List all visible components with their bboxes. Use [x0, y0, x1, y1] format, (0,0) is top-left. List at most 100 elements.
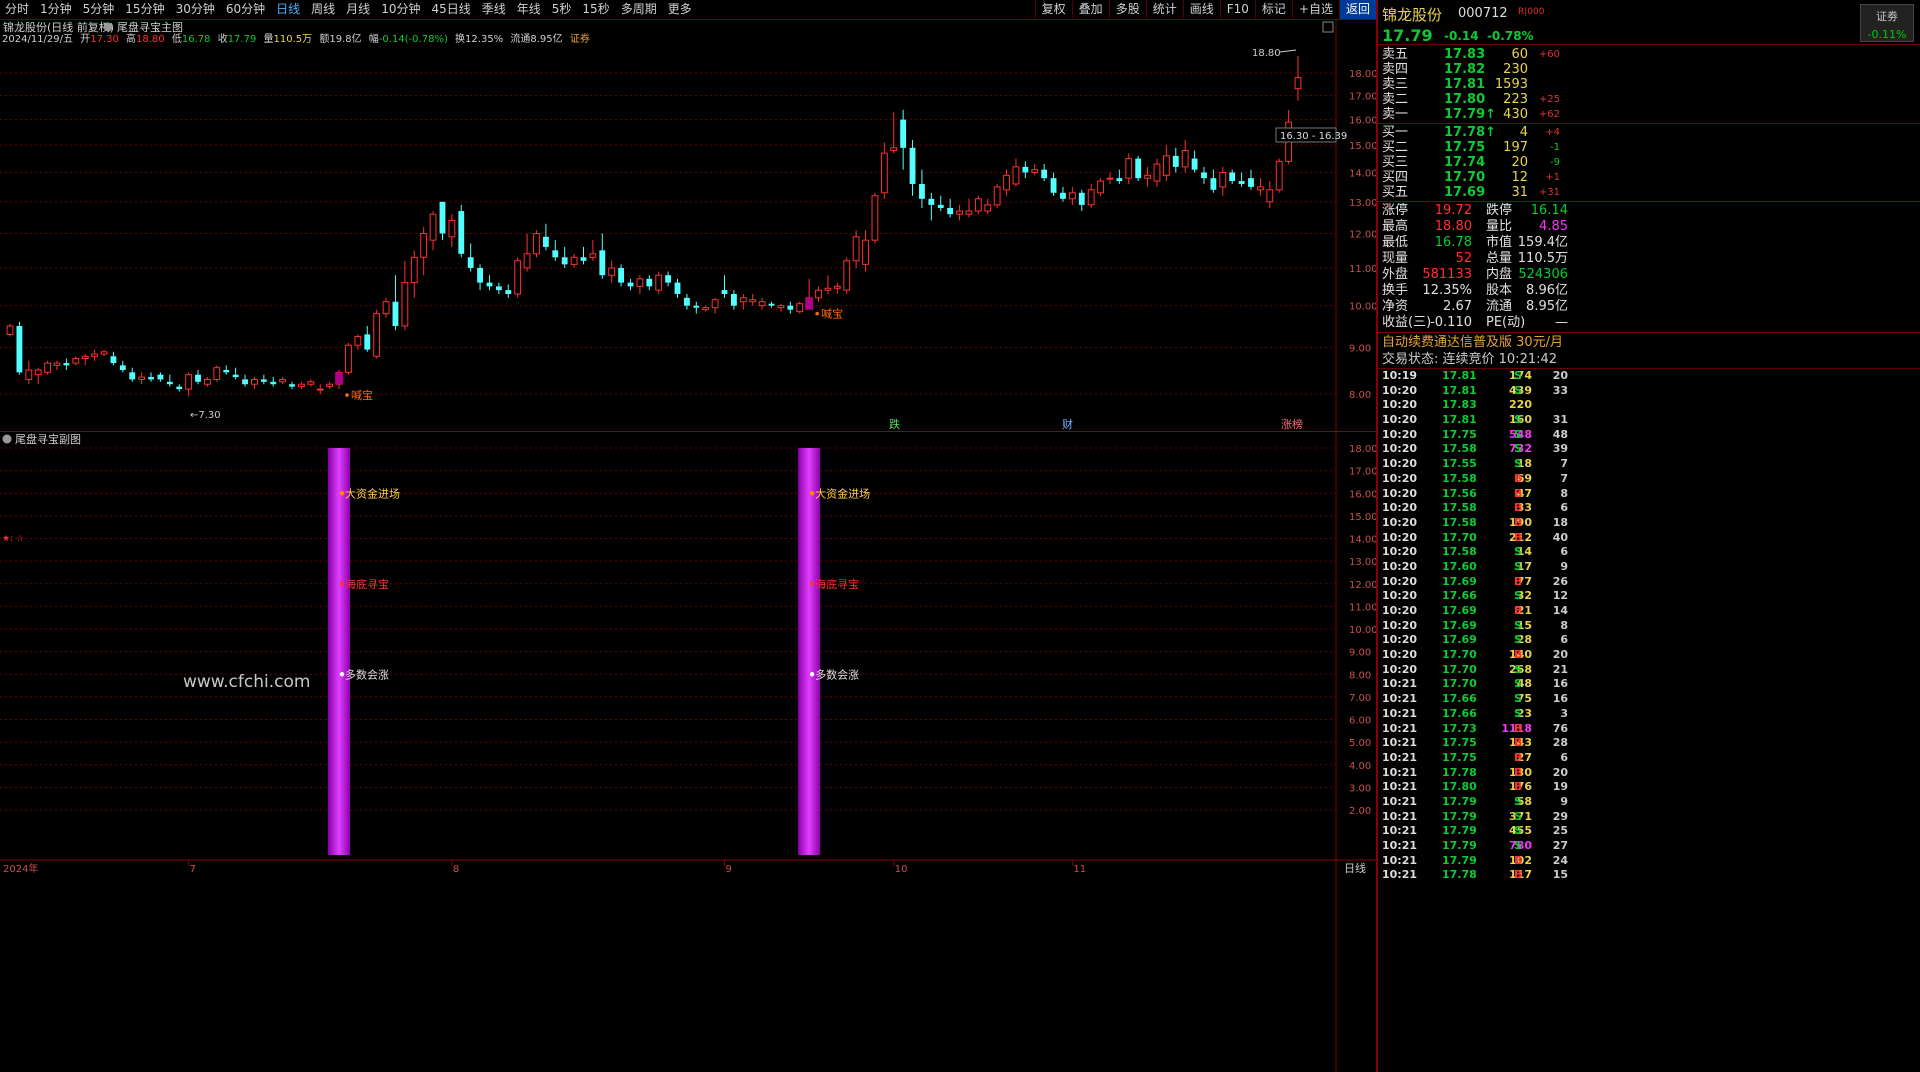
signal-bar[interactable]: [798, 448, 821, 855]
signal-candle[interactable]: [805, 297, 814, 310]
candle-body[interactable]: [533, 233, 540, 255]
event-tag-gainlist[interactable]: 涨榜: [1281, 417, 1303, 431]
tick-row[interactable]: 10:20 17.75 548 S 48: [1378, 428, 1920, 443]
period-tab[interactable]: 分时: [0, 0, 35, 19]
candle-body[interactable]: [1162, 155, 1170, 176]
candle-body[interactable]: [213, 367, 221, 380]
main-indicator-name[interactable]: 尾盘寻宝主图: [117, 20, 183, 34]
period-tab[interactable]: 15分钟: [120, 0, 170, 19]
period-tab[interactable]: 5秒: [547, 0, 578, 19]
toolbar-button[interactable]: 画线: [1182, 0, 1220, 19]
period-tab[interactable]: 60分钟: [221, 0, 271, 19]
candle-body[interactable]: [1116, 178, 1123, 182]
candle-body[interactable]: [166, 381, 173, 385]
candle-body[interactable]: [824, 287, 832, 291]
candle-body[interactable]: [420, 233, 428, 258]
tick-row[interactable]: 10:20 17.69 21 B 14: [1378, 604, 1920, 619]
candle-body[interactable]: [552, 250, 559, 258]
book-row[interactable]: 卖二 17.80 223 +25: [1378, 92, 1920, 107]
book-row[interactable]: 卖一 17.79↑ 430 +62: [1378, 107, 1920, 122]
candle-body[interactable]: [974, 198, 982, 212]
candle-body[interactable]: [260, 379, 267, 382]
candle-body[interactable]: [1219, 171, 1227, 188]
tick-row[interactable]: 10:21 17.78 117 B 15: [1378, 868, 1920, 883]
candle-body[interactable]: [364, 334, 371, 350]
signal-bar[interactable]: [328, 448, 351, 855]
candle-body[interactable]: [270, 381, 277, 385]
candle-body[interactable]: [627, 282, 634, 287]
tick-row[interactable]: 10:21 17.66 75 S 16: [1378, 692, 1920, 707]
sub-chart-title[interactable]: 尾盘寻宝副图: [15, 432, 81, 446]
candle-body[interactable]: [1210, 178, 1217, 190]
candle-body[interactable]: [157, 374, 164, 380]
candle-body[interactable]: [185, 374, 193, 390]
toolbar-button[interactable]: 多股: [1108, 0, 1146, 19]
candle-body[interactable]: [91, 353, 99, 357]
candle-body[interactable]: [890, 147, 898, 151]
toolbar-button[interactable]: 统计: [1145, 0, 1183, 19]
candle-body[interactable]: [401, 282, 409, 327]
candle-body[interactable]: [919, 183, 925, 199]
period-tab[interactable]: 45日线: [426, 0, 476, 19]
candle-body[interactable]: [467, 257, 474, 268]
tick-row[interactable]: 10:20 17.56 47 B 8: [1378, 487, 1920, 502]
candle-body[interactable]: [279, 378, 287, 383]
toolbar-button[interactable]: +自选: [1291, 0, 1339, 19]
candle-body[interactable]: [1229, 172, 1236, 182]
candle-body[interactable]: [477, 267, 483, 283]
candle-body[interactable]: [223, 370, 230, 373]
tick-row[interactable]: 10:20 17.70 140 B 20: [1378, 648, 1920, 663]
book-row[interactable]: 卖四 17.82 230: [1378, 62, 1920, 77]
candle-body[interactable]: [242, 379, 248, 385]
candle-body[interactable]: [880, 152, 888, 194]
candle-body[interactable]: [1294, 77, 1302, 90]
candle-body[interactable]: [768, 303, 775, 306]
period-tab[interactable]: 15秒: [577, 0, 615, 19]
candle-body[interactable]: [1068, 192, 1076, 200]
candle-body[interactable]: [486, 282, 493, 287]
candle-body[interactable]: [326, 383, 334, 388]
tick-row[interactable]: 10:21 17.66 23 S 3: [1378, 707, 1920, 722]
candle-body[interactable]: [514, 260, 522, 295]
candle-body[interactable]: [1022, 166, 1029, 173]
candle-body[interactable]: [1106, 177, 1114, 180]
candle-body[interactable]: [909, 147, 916, 184]
candle-body[interactable]: [307, 381, 315, 385]
candle-body[interactable]: [646, 278, 653, 287]
tick-row[interactable]: 10:20 17.60 17 S 9: [1378, 560, 1920, 575]
tick-row[interactable]: 10:20 17.58 69 B 7: [1378, 472, 1920, 487]
candle-body[interactable]: [495, 286, 502, 291]
candle-body[interactable]: [956, 210, 963, 215]
candle-body[interactable]: [843, 260, 851, 291]
candle-body[interactable]: [1181, 149, 1189, 168]
candle-body[interactable]: [1125, 158, 1133, 179]
candle-body[interactable]: [138, 376, 146, 380]
tick-row[interactable]: 10:20 17.69 77 B 26: [1378, 575, 1920, 590]
tick-row[interactable]: 10:21 17.75 143 B 28: [1378, 736, 1920, 751]
candle-body[interactable]: [787, 305, 794, 310]
period-tab[interactable]: 更多: [663, 0, 698, 19]
toolbar-button[interactable]: 返回: [1338, 0, 1376, 19]
candle-body[interactable]: [373, 313, 381, 357]
period-tab[interactable]: 10分钟: [376, 0, 426, 19]
candle-body[interactable]: [25, 369, 33, 380]
candle-body[interactable]: [1172, 155, 1179, 167]
period-tab[interactable]: 1分钟: [35, 0, 78, 19]
period-tab[interactable]: 30分钟: [171, 0, 221, 19]
period-tab[interactable]: 多周期: [616, 0, 663, 19]
toolbar-button[interactable]: 叠加: [1071, 0, 1109, 19]
candle-body[interactable]: [570, 256, 578, 265]
candle-body[interactable]: [345, 344, 352, 373]
candle-body[interactable]: [1097, 180, 1104, 194]
tick-row[interactable]: 10:21 17.79 455 S 25: [1378, 824, 1920, 839]
toolbar-button[interactable]: 标记: [1254, 0, 1292, 19]
candle-body[interactable]: [777, 305, 785, 309]
candle-body[interactable]: [1275, 160, 1283, 191]
book-row[interactable]: 卖三 17.81 1593: [1378, 77, 1920, 92]
book-row[interactable]: 买一 17.78↑ 4 +4: [1378, 125, 1920, 140]
promo-banner[interactable]: 自动续费通达信普及版 30元/月: [1378, 334, 1920, 351]
signal-candle[interactable]: [335, 372, 343, 385]
indicator-settings-icon[interactable]: [103, 22, 113, 32]
book-row[interactable]: 买五 17.69 31 +31: [1378, 185, 1920, 200]
tick-row[interactable]: 10:20 17.81 160 S 31: [1378, 413, 1920, 428]
